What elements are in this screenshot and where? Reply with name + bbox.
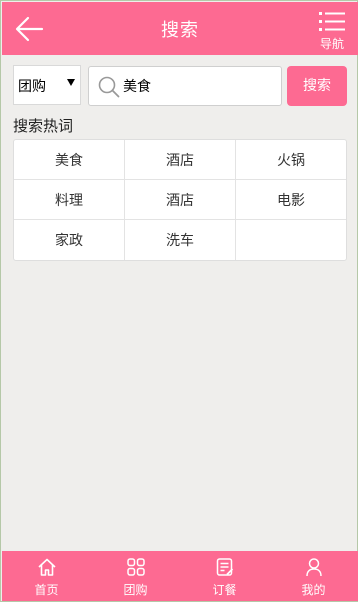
hot-word-empty <box>236 220 346 260</box>
tab-me[interactable]: 我的 <box>269 551 358 601</box>
nav-label: 导航 <box>319 37 344 51</box>
page-title: 搜索 <box>161 20 199 41</box>
hot-word[interactable]: 酒店 <box>125 140 236 180</box>
search-button[interactable]: 搜索 <box>287 66 347 106</box>
caret-down-icon <box>67 79 75 86</box>
tab-home[interactable]: 首页 <box>2 551 91 601</box>
hot-words-title: 搜索热词 <box>13 117 74 135</box>
search-row: 团购 搜索 <box>13 65 347 107</box>
list-menu-icon <box>319 12 345 31</box>
hot-word[interactable]: 酒店 <box>125 180 236 220</box>
search-icon <box>98 76 120 98</box>
order-icon <box>216 558 233 576</box>
top-bar: 搜索 导航 <box>2 2 358 55</box>
hot-word[interactable]: 洗车 <box>125 220 236 260</box>
hot-words-grid: 美食 酒店 火锅 料理 酒店 电影 家政 洗车 <box>13 139 347 261</box>
tab-label: 订餐 <box>212 583 237 597</box>
category-value: 团购 <box>18 79 46 95</box>
bottom-tab-bar: 首页 团购 订餐 我的 <box>2 551 358 601</box>
hot-word[interactable]: 电影 <box>236 180 346 220</box>
tab-label: 团购 <box>123 583 148 597</box>
user-icon <box>305 558 322 577</box>
hot-word[interactable]: 家政 <box>14 220 125 260</box>
tab-label: 首页 <box>34 583 59 597</box>
hot-word[interactable]: 料理 <box>14 180 125 220</box>
grid-icon <box>126 558 145 576</box>
search-box[interactable] <box>88 66 282 106</box>
hot-word[interactable]: 美食 <box>14 140 125 180</box>
category-select[interactable]: 团购 <box>13 65 81 105</box>
tab-label: 我的 <box>301 583 326 597</box>
search-input[interactable] <box>123 76 273 96</box>
nav-button[interactable]: 导航 <box>318 11 346 51</box>
hot-word[interactable]: 火锅 <box>236 140 346 180</box>
tab-group-buy[interactable]: 团购 <box>91 551 180 601</box>
tab-order[interactable]: 订餐 <box>180 551 269 601</box>
home-icon <box>37 558 56 576</box>
